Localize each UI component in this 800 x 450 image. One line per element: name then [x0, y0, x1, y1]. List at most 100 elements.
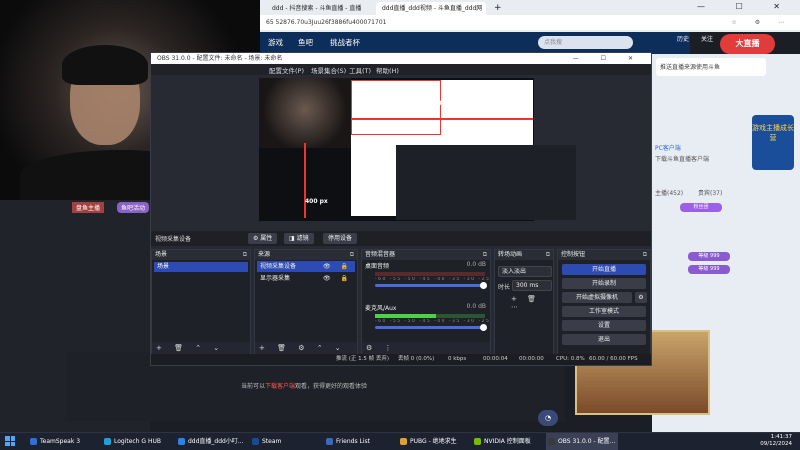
system-clock[interactable]: 1:41:37 09/12/2024	[760, 434, 792, 448]
gear-icon[interactable]: ⚙	[635, 292, 647, 303]
transitions-buttons[interactable]: + 🗑 ⋯	[511, 295, 553, 311]
transition-select[interactable]: 淡入淡出	[498, 266, 552, 277]
history-icon[interactable]: 历史	[672, 34, 694, 43]
obs-preview[interactable]: 1280 px 400 px	[259, 78, 576, 221]
site-search-input[interactable]: 点我搜	[538, 36, 633, 49]
volume-slider[interactable]	[375, 282, 487, 289]
level-meter	[375, 272, 485, 276]
volume-slider[interactable]	[375, 324, 487, 331]
controls-dock: 控制按钮 ⧉ 开始直播 开始录制 开始虚拟摄像机 ⚙ 工作室模式 设置 退出	[557, 249, 651, 355]
visibility-lock-icons[interactable]: 👁 🔒	[323, 261, 352, 272]
record-time: 00:00:00	[519, 356, 544, 362]
anchor-count[interactable]: 主播(452)	[655, 188, 683, 197]
dock-popout-icon[interactable]: ⧉	[546, 250, 550, 260]
slider-knob[interactable]	[480, 324, 487, 331]
taskbar-item[interactable]: TeamSpeak 3	[28, 433, 100, 450]
source-item[interactable]: 视频采集设备 👁 🔒	[257, 261, 355, 272]
nav-item-fishbar[interactable]: 鱼吧	[298, 37, 313, 48]
preview-webcam	[259, 78, 351, 148]
fan-badge: 粉丝团	[680, 203, 722, 212]
obs-window: OBS 31.0.0 - 配置文件: 未命名 - 场景: 未命名 — ☐ ✕ 配…	[150, 52, 652, 366]
download-link[interactable]: 下载客户端	[265, 383, 295, 390]
dropped-frames: 丢帧 0 (0.0%)	[398, 356, 435, 362]
menu-scene-collection[interactable]: 场景集合(S)	[311, 65, 346, 75]
app-icon	[104, 438, 111, 445]
level-meter	[375, 314, 485, 318]
taskbar-item-active[interactable]: OBS 31.0.0 - 配置...	[546, 433, 618, 450]
app-icon	[474, 438, 481, 445]
start-recording-button[interactable]: 开始录制	[562, 278, 646, 289]
selection-guide	[351, 118, 533, 120]
studio-mode-button[interactable]: 工作室模式	[562, 306, 646, 317]
filters-button[interactable]: ◨ 滤镜	[284, 233, 314, 244]
mixer-footer[interactable]: ⚙ ⋮	[362, 342, 490, 354]
nav-item-games[interactable]: 游戏	[268, 37, 283, 48]
dock-popout-icon[interactable]: ⧉	[243, 250, 247, 260]
nav-item-challenge[interactable]: 挑战者杯	[330, 37, 360, 48]
taskbar-item[interactable]: Friends List	[324, 433, 396, 450]
browser-tab[interactable]: ddd - 抖音搜索 - 斗鱼直播 - 直播	[266, 2, 366, 15]
taskbar-item[interactable]: NVIDIA 控制面板	[472, 433, 544, 450]
slider-knob[interactable]	[480, 282, 487, 289]
page-badge[interactable]: 盘鱼主播	[72, 202, 105, 213]
clock-time: 1:41:37	[770, 434, 792, 440]
page-badge[interactable]: 鱼吧活动	[117, 202, 150, 213]
deactivate-button[interactable]: 停用设备	[323, 233, 358, 244]
properties-button[interactable]: ⚙ 属性	[248, 233, 278, 244]
selection-box[interactable]	[351, 80, 441, 135]
menu-profile[interactable]: 配置文件(P)	[269, 65, 304, 75]
chat-icon[interactable]: ◔	[538, 410, 558, 426]
pc-client-desc: 下载斗鱼直播客户端	[655, 156, 710, 163]
virtual-camera-button[interactable]: 开始虚拟摄像机	[562, 292, 632, 303]
settings-button[interactable]: 设置	[562, 320, 646, 331]
address-bar[interactable]: 65 52876.70u3Juu26f3886fu400071701 ☆ ⚙ ⋯	[260, 15, 800, 30]
browser-tab-active[interactable]: ddd直播_ddd视频 - 斗鱼直播_ddd网	[376, 2, 486, 15]
webcam-hair	[62, 45, 148, 85]
bitrate: 0 kbps	[448, 356, 467, 362]
exit-button[interactable]: 退出	[562, 334, 646, 345]
taskbar-item[interactable]: Logitech G HUB	[102, 433, 174, 450]
track-db: 0.0 dB	[466, 303, 486, 310]
app-icon	[178, 438, 185, 445]
obs-window-controls[interactable]: — ☐ ✕	[573, 53, 643, 64]
taskbar-item[interactable]: ddd直播_ddd小叮...	[176, 433, 248, 450]
browser-window: ddd - 抖音搜索 - 斗鱼直播 - 直播 ddd直播_ddd视频 - 斗鱼直…	[260, 0, 800, 32]
mixer-track: 麦克风/Aux 0.0 dB -60 -55 -50 -45 -40 -35 -…	[362, 302, 490, 344]
dock-popout-icon[interactable]: ⧉	[350, 250, 354, 260]
scenes-footer[interactable]: + 🗑 ⌃ ⌄	[152, 342, 250, 354]
notice-widget: 推送直播来源使用斗鱼	[656, 58, 766, 76]
dock-header: 音频混音器 ⧉	[362, 250, 490, 260]
scene-item[interactable]: 场景	[154, 262, 248, 272]
transitions-dock: 转场动画 ⧉ 淡入淡出 时长 300 ms + 🗑 ⋯	[494, 249, 554, 355]
sources-footer[interactable]: + 🗑 ⚙ ⌃ ⌄	[255, 342, 357, 354]
mixer-track: 桌面音频 0.0 dB -60 -55 -50 -45 -40 -35 -30 …	[362, 260, 490, 302]
start-streaming-button[interactable]: 开始直播	[562, 264, 646, 275]
preview-nested-obs	[396, 145, 576, 220]
pc-client-link[interactable]: PC客户端	[655, 143, 681, 152]
menu-tools[interactable]: 工具(T)	[349, 65, 371, 75]
app-icon	[30, 438, 37, 445]
taskbar-item[interactable]: Steam	[250, 433, 322, 450]
obs-titlebar: OBS 31.0.0 - 配置文件: 未命名 - 场景: 未命名 — ☐ ✕	[151, 53, 651, 64]
track-db: 0.0 dB	[466, 261, 486, 268]
window-controls[interactable]: — ☐ ✕	[697, 2, 794, 11]
dock-popout-icon[interactable]: ⧉	[643, 250, 647, 260]
brand-logo[interactable]: 大直播	[720, 34, 775, 54]
dock-header: 场景 ⧉	[152, 250, 250, 260]
dock-header: 控制按钮 ⧉	[558, 250, 650, 260]
visibility-lock-icons[interactable]: 👁 🔒	[323, 273, 352, 284]
dock-popout-icon[interactable]: ⧉	[483, 250, 487, 260]
new-tab-button[interactable]: +	[488, 2, 508, 15]
duration-input[interactable]: 300 ms	[512, 280, 552, 291]
promo-banner[interactable]: 游戏主播成长营	[752, 115, 794, 170]
vip-count[interactable]: 贵宾(37)	[698, 188, 722, 197]
toolbar-icons[interactable]: ☆ ⚙ ⋯	[731, 15, 792, 30]
width-label: 1280 px	[429, 100, 456, 107]
source-item[interactable]: 显示器采集 👁 🔒	[257, 273, 355, 284]
meter-ticks: -60 -55 -50 -45 -40 -35 -30 -25 -20 -15 …	[375, 277, 490, 282]
taskbar-item[interactable]: PUBG - 绝地求生	[398, 433, 470, 450]
obs-title: OBS 31.0.0 - 配置文件: 未命名 - 场景: 未命名	[157, 55, 283, 62]
follow-icon[interactable]: 关注	[696, 34, 718, 43]
menu-help[interactable]: 帮助(H)	[376, 65, 399, 75]
windows-start-icon[interactable]	[5, 436, 15, 446]
